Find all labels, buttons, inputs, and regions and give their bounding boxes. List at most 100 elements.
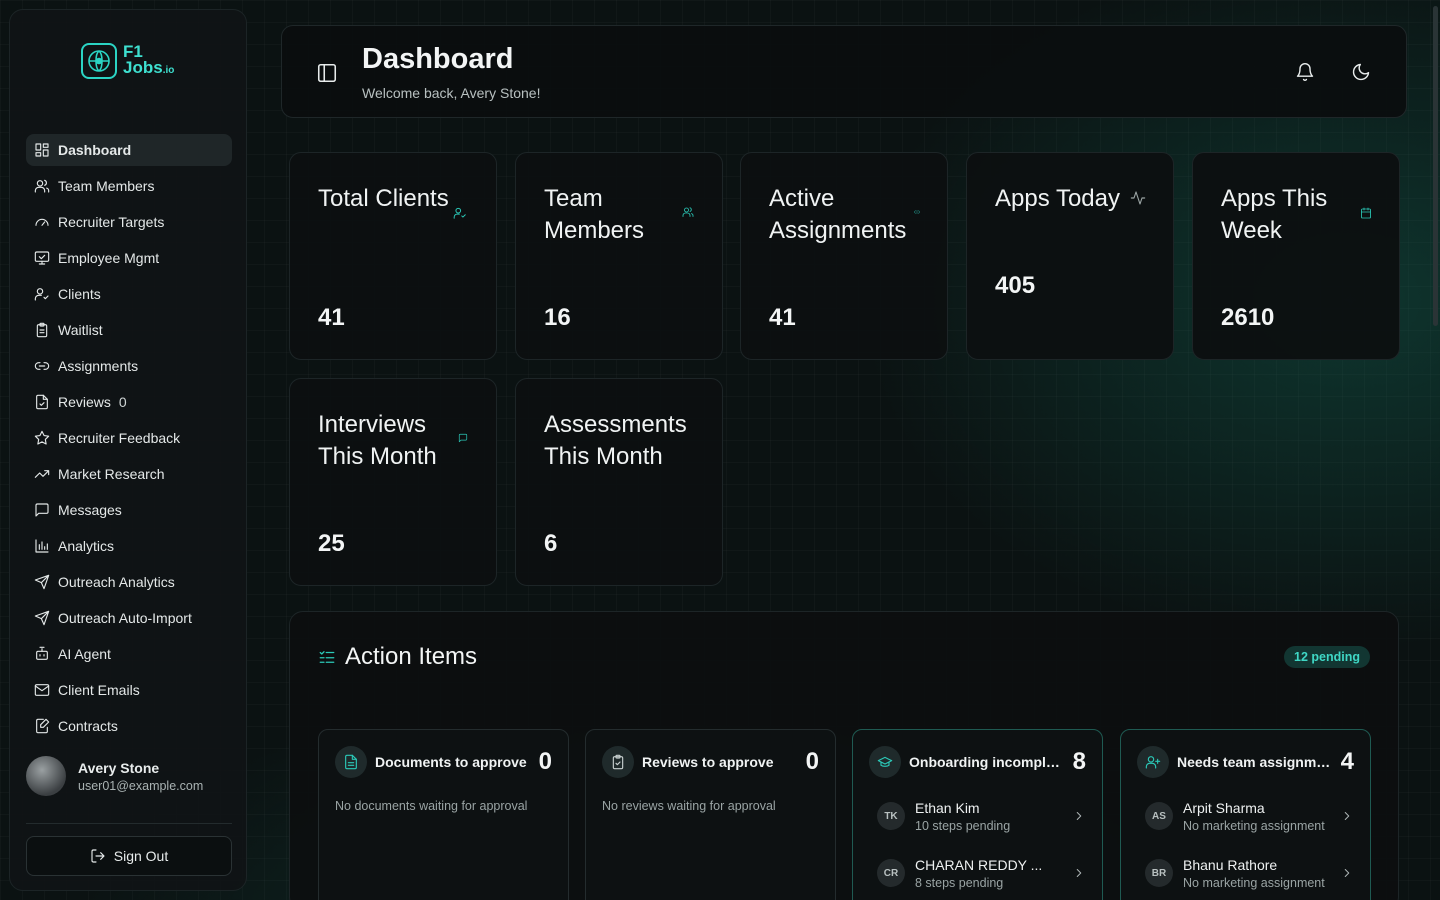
sidebar-item-label: Assignments [58,358,139,374]
avatar [26,756,66,796]
sidebar-item-outreach-analytics[interactable]: Outreach Analytics [26,566,232,598]
notifications-button[interactable] [1295,62,1317,84]
avatar: CR [877,859,905,887]
stat-card-apps-this-week[interactable]: Apps This Week 2610 [1192,152,1400,360]
stat-card-apps-today[interactable]: Apps Today 405 [966,152,1174,360]
list-item[interactable]: BR Bhanu Rathore No marketing assignment [1145,853,1354,893]
divider [26,823,232,824]
avatar: BR [1145,859,1173,887]
user-plus-icon [1137,746,1169,778]
reviews-count-badge: 0 [118,394,127,410]
sidebar-item-dashboard[interactable]: Dashboard [26,134,232,166]
moon-icon [1352,63,1370,81]
stat-card-total-clients[interactable]: Total Clients 41 [289,152,497,360]
scrollbar-thumb[interactable] [1433,6,1438,326]
stat-value: 2610 [1221,304,1275,331]
page-scrollbar[interactable] [1430,0,1440,900]
sidebar-item-contracts[interactable]: Contracts [26,710,232,742]
person-status: 8 steps pending [915,875,1004,890]
sidebar-item-label: Analytics [58,538,115,554]
dashboard-icon [35,143,49,157]
user-check-icon [453,207,466,219]
sidebar-item-market-research[interactable]: Market Research [26,458,232,490]
brand-name: F1 Jobs.io [123,41,175,77]
action-card-count: 8 [1072,748,1086,775]
user-profile[interactable]: Avery Stone user01@example.com [26,756,203,796]
sidebar-item-label: Market Research [58,466,165,482]
action-card-onboarding[interactable]: Onboarding incomplete 8 TK Ethan Kim 10 … [852,729,1103,900]
stat-card-team-members[interactable]: Team Members 16 [515,152,723,360]
stat-card-active-assignments[interactable]: Active Assignments 41 [740,152,948,360]
list-item[interactable]: AS Arpit Sharma No marketing assignment [1145,796,1354,836]
sidebar-item-outreach-auto-import[interactable]: Outreach Auto-Import [26,602,232,634]
sidebar-nav: Dashboard Team Members Recruiter Targets… [26,134,232,746]
stat-card-interviews-this-month[interactable]: Interviews This Month 25 [289,378,497,586]
clipboard-icon [36,322,48,338]
stat-title: Team Members [544,185,645,244]
calendar-icon [1361,207,1371,219]
theme-toggle-button[interactable] [1351,62,1373,84]
sidebar-item-label: Recruiter Feedback [58,430,181,446]
page-header: Dashboard Welcome back, Avery Stone! [281,25,1407,118]
sidebar-item-recruiter-targets[interactable]: Recruiter Targets [26,206,232,238]
sidebar-item-ai-agent[interactable]: AI Agent [26,638,232,670]
sidebar-item-clients[interactable]: Clients [26,278,232,310]
action-card-needs-team-assignment[interactable]: Needs team assignment 4 AS Arpit Sharma … [1120,729,1371,900]
link-icon [914,210,920,214]
action-items-heading: Action Items [318,643,477,671]
stat-card-assessments-this-month[interactable]: Assessments This Month 6 [515,378,723,586]
brand-logo[interactable]: F1 Jobs.io [81,43,174,79]
sidebar-item-employee-mgmt[interactable]: Employee Mgmt [26,242,232,274]
activity-icon [1130,191,1146,205]
chevron-right-icon [1076,869,1082,877]
sidebar-item-analytics[interactable]: Analytics [26,530,232,562]
send-icon [34,610,50,626]
sidebar-item-label: AI Agent [58,646,111,662]
sidebar-item-label: Reviews [58,394,111,410]
list-item[interactable]: TK Ethan Kim 10 steps pending [877,796,1086,836]
chevron-right-icon [1344,869,1350,877]
stat-value: 41 [318,304,345,331]
stat-value: 41 [769,304,796,331]
user-email: user01@example.com [78,778,204,793]
person-status: 10 steps pending [915,818,1011,833]
logo-mark-icon [81,43,117,79]
sidebar-item-assignments[interactable]: Assignments [26,350,232,382]
sidebar-item-label: Messages [58,502,122,518]
sign-out-label: Sign Out [113,848,169,864]
file-check-icon [36,394,48,410]
sidebar: F1 Jobs.io Dashboard Team Members Recrui… [9,9,247,891]
users-icon [34,179,50,193]
action-card-reviews[interactable]: Reviews to approve 0 No reviews waiting … [585,729,836,900]
send-icon [34,574,50,590]
action-items-panel: Action Items 12 pending Documents to app… [289,611,1399,900]
file-text-icon [335,746,367,778]
action-card-count: 4 [1340,748,1354,775]
action-card-label: Needs team assignment [1177,754,1333,770]
chevron-right-icon [1344,812,1350,820]
action-card-count: 0 [538,748,552,775]
sidebar-item-client-emails[interactable]: Client Emails [26,674,232,706]
sidebar-item-recruiter-feedback[interactable]: Recruiter Feedback [26,422,232,454]
sidebar-item-label: Team Members [58,178,155,194]
mail-icon [34,684,50,696]
sign-out-button[interactable]: Sign Out [26,836,232,876]
sidebar-toggle-button[interactable] [316,62,338,84]
sidebar-item-waitlist[interactable]: Waitlist [26,314,232,346]
sidebar-item-label: Dashboard [58,142,132,158]
sidebar-item-team-members[interactable]: Team Members [26,170,232,202]
stat-value: 405 [995,272,1036,299]
action-card-label: Onboarding incomplete [909,754,1065,770]
list-item[interactable]: CR CHARAN REDDY ... 8 steps pending [877,853,1086,893]
page-title: Dashboard [362,43,514,75]
action-card-documents[interactable]: Documents to approve 0 No documents wait… [318,729,569,900]
sidebar-item-label: Waitlist [58,322,103,338]
sidebar-item-label: Outreach Auto-Import [58,610,192,626]
sidebar-item-messages[interactable]: Messages [26,494,232,526]
action-card-label: Reviews to approve [642,754,774,770]
list-check-icon [319,651,335,663]
message-icon [35,503,49,517]
avatar: TK [877,802,905,830]
person-name: Ethan Kim [915,799,980,816]
sidebar-item-reviews[interactable]: Reviews 0 [26,386,232,418]
